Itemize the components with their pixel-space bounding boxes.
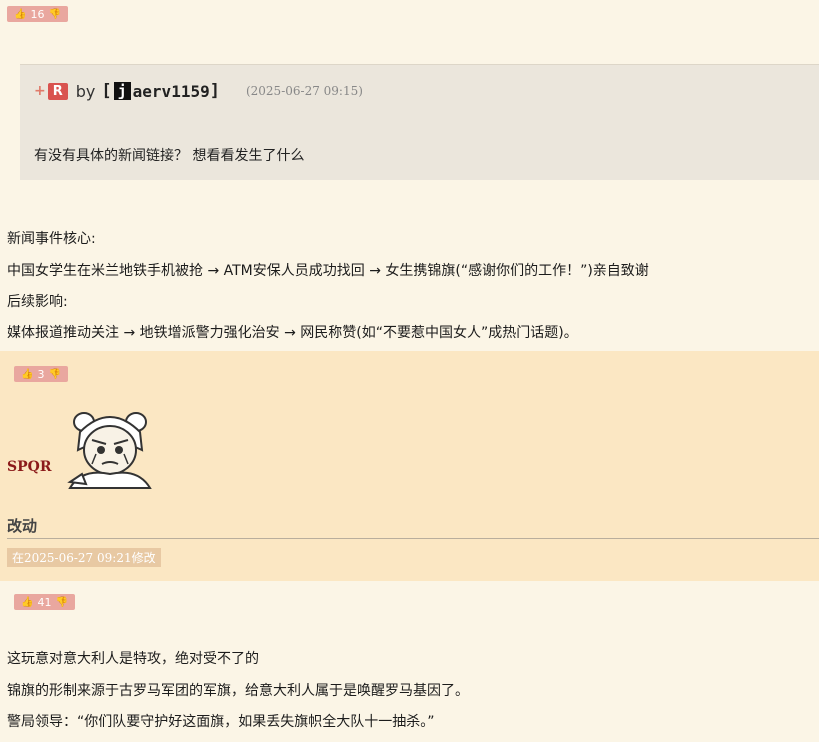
edited-note: 在2025-06-27 09:21修改 (7, 548, 161, 567)
post-line: 警局领导：“你们队要守护好这面旗，如果丢失旗帜全大队十一抽杀。” (7, 714, 435, 730)
thumbs-up-icon[interactable]: 👍 (14, 9, 26, 20)
reply-badge[interactable]: R (47, 82, 68, 100)
divider (7, 538, 819, 539)
quote-header: + R by [ j aerv1159 ] (2025-06-27 09:15) (34, 81, 363, 101)
bracket-close: ] (209, 81, 220, 101)
vote-count: 3 (37, 367, 45, 381)
plus-button[interactable]: + (34, 83, 46, 99)
thumbs-up-icon[interactable]: 👍 (21, 369, 33, 380)
quoted-comment: + R by [ j aerv1159 ] (2025-06-27 09:15)… (20, 64, 819, 180)
by-label: by (75, 81, 96, 101)
reply-line: 新闻事件核心: (7, 231, 96, 247)
avatar[interactable] (62, 404, 158, 490)
thumbs-down-icon[interactable]: 👎 (55, 597, 67, 608)
vote-badge-post3[interactable]: 👍 41 👎 (14, 594, 75, 610)
vote-badge-post2[interactable]: 👍 3 👎 (14, 366, 68, 382)
author-name[interactable]: SPQR (7, 459, 51, 475)
reply-line: 媒体报道推动关注 → 地铁增派警力强化治安 → 网民称赞(如“不要惹中国女人”成… (7, 325, 578, 341)
user-avatar-letter[interactable]: j (113, 82, 131, 100)
thumbs-up-icon[interactable]: 👍 (21, 597, 33, 608)
vote-count: 16 (30, 7, 45, 21)
bracket-open: [ (101, 81, 112, 101)
thumbs-down-icon[interactable]: 👎 (48, 369, 60, 380)
thumbs-down-icon[interactable]: 👎 (48, 9, 60, 20)
quote-timestamp: (2025-06-27 09:15) (245, 84, 363, 98)
quote-text: 有没有具体的新闻链接？ 想看看发生了什么 (34, 148, 305, 164)
post-line: 这玩意对意大利人是特攻，绝对受不了的 (7, 651, 259, 667)
vote-badge-post1[interactable]: 👍 16 👎 (7, 6, 68, 22)
post-line: 锦旗的形制来源于古罗马军团的军旗，给意大利人属于是唤醒罗马基因了。 (7, 683, 469, 699)
vote-count: 41 (37, 595, 52, 609)
username-link[interactable]: aerv1159 (133, 82, 210, 101)
reply-line: 后续影响: (7, 294, 68, 310)
post-title: 改动 (7, 517, 38, 535)
reply-line: 中国女学生在米兰地铁手机被抢 → ATM安保人员成功找回 → 女生携锦旗(“感谢… (7, 263, 649, 279)
